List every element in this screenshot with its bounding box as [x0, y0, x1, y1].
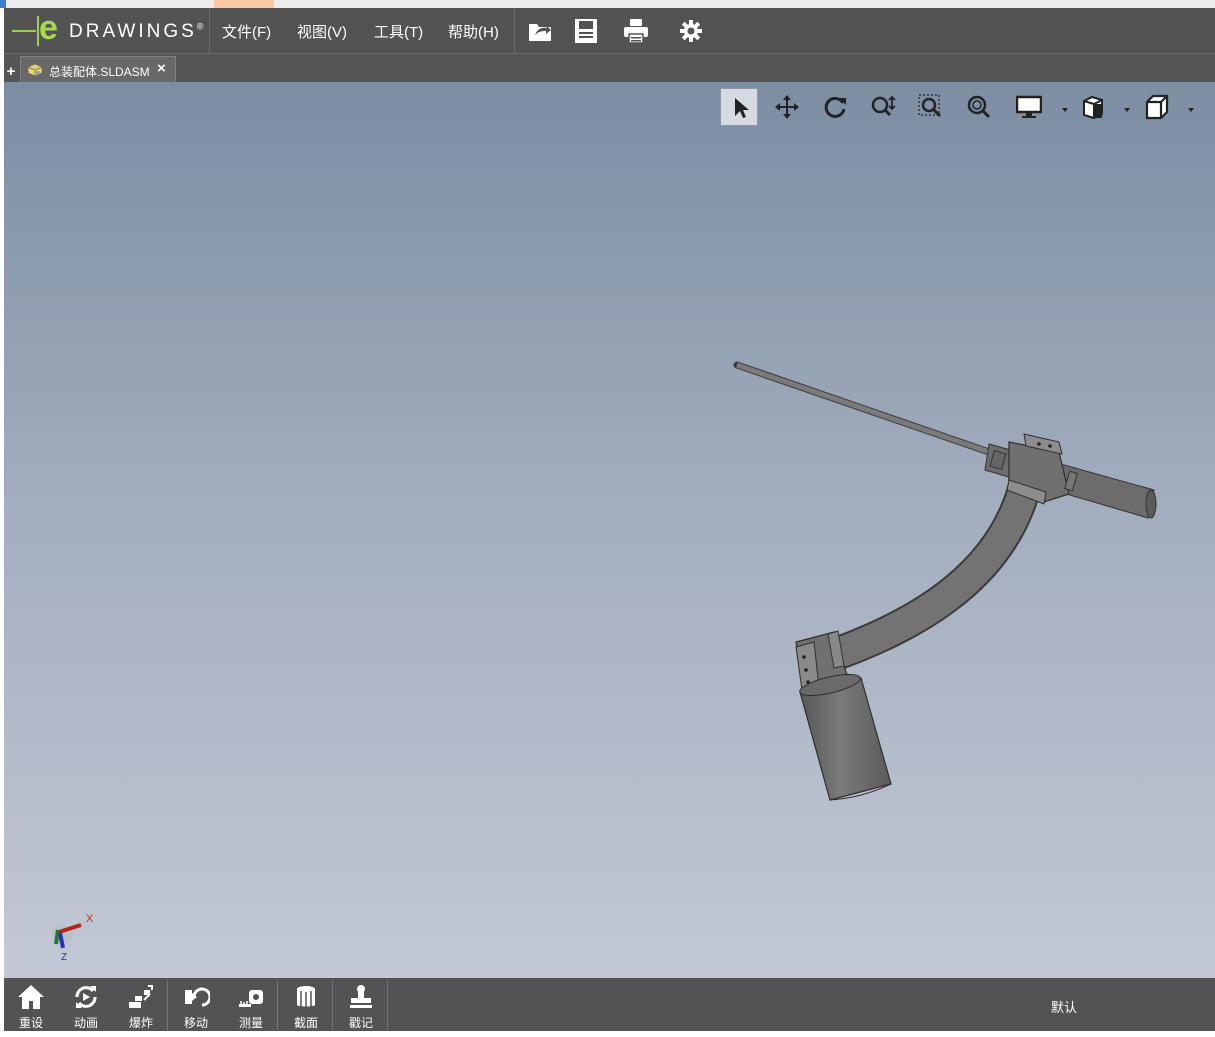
separator: [387, 980, 388, 1030]
separator: [332, 980, 333, 1030]
bottom-toolbar: 重设 动画 爆炸 移动 测量 截面 戳记 默认: [4, 978, 1215, 1031]
separator: [277, 980, 278, 1030]
edrawings-window: e DRAWINGS® 文件(F) 视图(V) 工具(T) 帮助(H) + 总装…: [4, 8, 1215, 1031]
bolt: [804, 668, 808, 672]
base-cylinder: [799, 677, 892, 801]
3d-viewport[interactable]: X Z: [4, 82, 1215, 978]
animate-label: 动画: [73, 1016, 98, 1030]
axis-triad: X Z: [44, 904, 104, 964]
separator: [167, 980, 168, 1030]
move-button[interactable]: 移动: [169, 978, 223, 1031]
section-icon: [292, 984, 320, 1010]
explode-label: 爆炸: [128, 1016, 153, 1030]
explode-button[interactable]: 爆炸: [114, 978, 168, 1031]
triad-x-label: X: [86, 913, 94, 925]
print-icon[interactable]: [622, 17, 650, 45]
separator: [514, 8, 515, 53]
menu-view[interactable]: 视图(V): [297, 21, 347, 42]
select-tool-button[interactable]: [720, 88, 758, 126]
triad-y-axis: [54, 929, 60, 945]
measure-label: 测量: [238, 1016, 263, 1030]
stamp-icon: [347, 984, 375, 1010]
section-button[interactable]: 截面: [279, 978, 333, 1031]
stamp-button[interactable]: 戳记: [334, 978, 388, 1031]
zoom-to-fit-button[interactable]: [960, 88, 998, 126]
logo-line: [12, 30, 36, 32]
tube-end-cap: [1145, 489, 1157, 519]
rotate-tool-button[interactable]: [816, 88, 854, 126]
logo-text: DRAWINGS®: [69, 21, 203, 43]
bent-tube: [830, 478, 1041, 669]
logo-registered-mark: ®: [196, 21, 204, 32]
zoom-tool-button[interactable]: [864, 88, 902, 126]
open-file-icon[interactable]: [526, 17, 554, 45]
move-label: 移动: [183, 1016, 208, 1030]
background-window-strip: [0, 0, 1215, 8]
close-tab-icon[interactable]: ×: [157, 60, 166, 77]
gear-icon[interactable]: [677, 17, 705, 45]
dropdown-caret-icon: [1188, 108, 1194, 112]
assembly-icon: [27, 63, 43, 77]
tab-document-name: 总装配体.SLDASM: [49, 65, 150, 79]
display-style-button[interactable]: [1010, 88, 1068, 126]
measure-icon: [237, 984, 265, 1010]
move-icon: [182, 984, 212, 1010]
bolt: [1037, 442, 1041, 446]
menu-help[interactable]: 帮助(H): [448, 21, 499, 42]
home-icon: [17, 984, 45, 1010]
configuration-label[interactable]: 默认: [1051, 997, 1077, 1016]
measure-button[interactable]: 测量: [224, 978, 278, 1031]
logo-letter: e: [39, 9, 58, 47]
top-bar: e DRAWINGS® 文件(F) 视图(V) 工具(T) 帮助(H): [4, 8, 1215, 53]
animate-icon: [72, 984, 100, 1010]
tab-document[interactable]: 总装配体.SLDASM ×: [20, 56, 176, 83]
standard-views-button[interactable]: [1138, 88, 1194, 126]
separator: [209, 8, 210, 53]
background-window-edge: [0, 0, 6, 8]
dropdown-caret-icon: [1062, 108, 1068, 112]
reset-button[interactable]: 重设: [4, 978, 58, 1031]
menu-tools[interactable]: 工具(T): [374, 21, 423, 42]
save-icon[interactable]: [572, 17, 600, 45]
views-button[interactable]: [1074, 88, 1130, 126]
stamp-label: 戳记: [348, 1016, 373, 1030]
edrawings-logo: e DRAWINGS®: [10, 9, 206, 48]
zoom-to-area-button[interactable]: [912, 88, 950, 126]
explode-icon: [127, 984, 155, 1010]
thin-rod: [736, 362, 990, 455]
background-highlight-tab: [214, 0, 274, 8]
reset-label: 重设: [18, 1016, 43, 1030]
animate-button[interactable]: 动画: [59, 978, 113, 1031]
new-tab-button[interactable]: +: [4, 62, 18, 81]
section-label: 截面: [293, 1016, 318, 1030]
bolt: [802, 655, 806, 659]
pan-tool-button[interactable]: [768, 88, 806, 126]
logo-wordmark: DRAWINGS: [69, 21, 197, 42]
assembly-model: [733, 361, 1157, 801]
dropdown-caret-icon: [1124, 108, 1130, 112]
menu-file[interactable]: 文件(F): [222, 21, 271, 42]
triad-z-label: Z: [61, 952, 67, 963]
document-tab-bar: + 总装配体.SLDASM ×: [4, 53, 1215, 83]
bolt: [1048, 444, 1052, 448]
